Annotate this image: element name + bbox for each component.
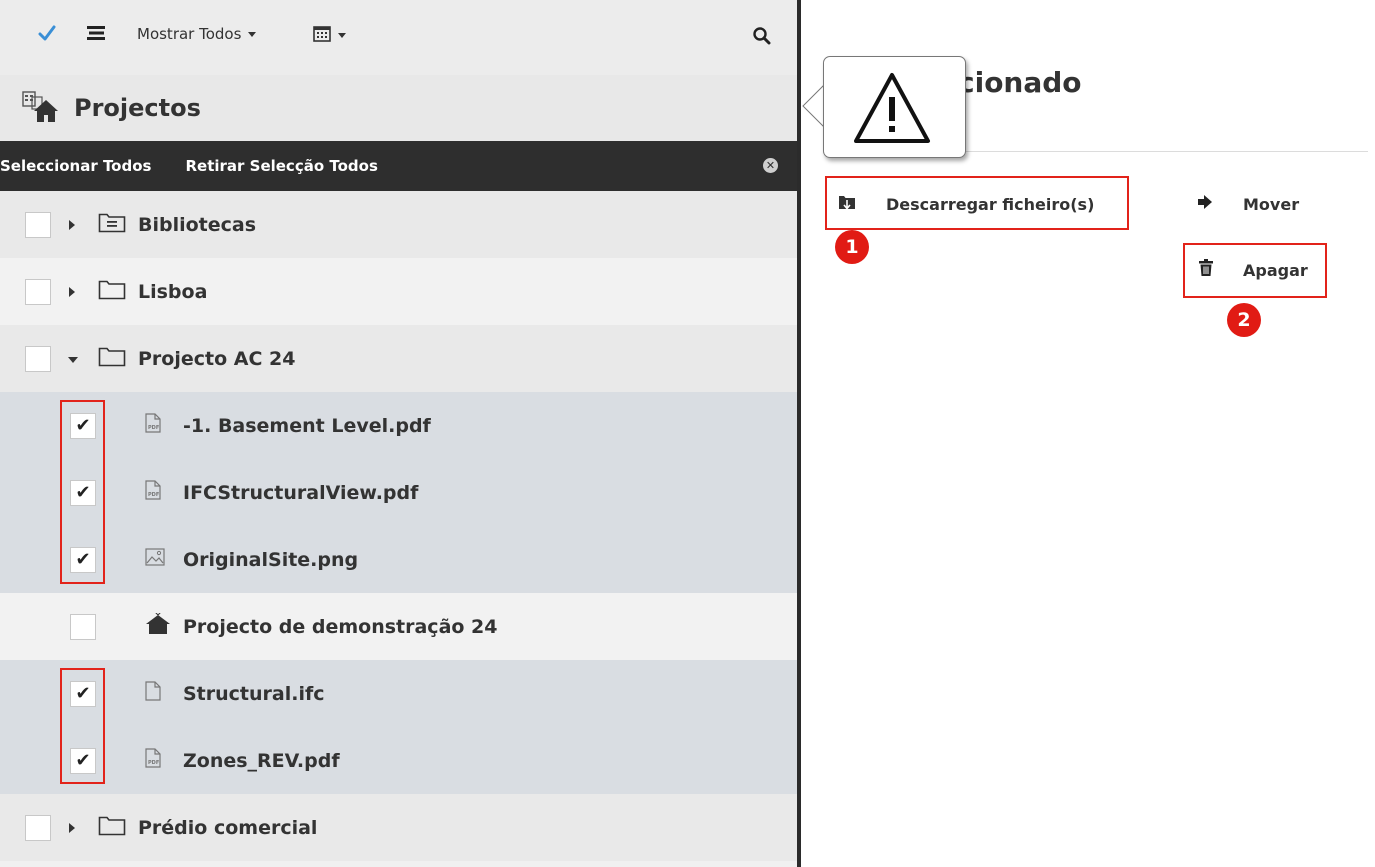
svg-text:PDF: PDF: [148, 425, 159, 431]
tree-item-label: Bibliotecas: [138, 213, 257, 236]
tree-item-label: Zones_REV.pdf: [183, 749, 340, 772]
file-icon: [145, 681, 161, 706]
tree-row-bibliotecas[interactable]: Bibliotecas: [0, 191, 797, 258]
tree-row-project[interactable]: Projecto de demonstração 24: [0, 593, 797, 660]
highlight-box: [60, 668, 105, 784]
projects-icon: [20, 89, 60, 127]
toolbar: Mostrar Todos: [0, 0, 797, 75]
deselect-all-button[interactable]: Retirar Selecção Todos: [185, 157, 377, 175]
selection-title: cionado: [958, 66, 1082, 99]
selection-bar: Seleccionar Todos Retirar Selecção Todos…: [0, 141, 797, 191]
library-folder-icon: [98, 211, 126, 238]
tree-row-projecto-ac-24[interactable]: Projecto AC 24: [0, 325, 797, 392]
collapse-arrow-icon[interactable]: [67, 348, 79, 370]
tree-item-label: OriginalSite.png: [183, 548, 359, 571]
image-file-icon: [145, 548, 165, 571]
select-all-button[interactable]: Seleccionar Todos: [0, 157, 151, 175]
warning-tooltip: [823, 56, 966, 158]
tree-item-label: IFCStructuralView.pdf: [183, 481, 419, 504]
move-button[interactable]: Mover: [1197, 194, 1299, 214]
folder-icon: [98, 814, 126, 841]
tree-item-label: -1. Basement Level.pdf: [183, 414, 431, 437]
tree-row-file[interactable]: ✔ Structural.ifc: [0, 660, 797, 727]
row-checkbox[interactable]: [25, 345, 51, 372]
expand-arrow-icon[interactable]: [67, 214, 77, 236]
tree-item-label: Projecto de demonstração 24: [183, 615, 498, 638]
tree-row-predio-comercial[interactable]: Prédio comercial: [0, 794, 797, 861]
highlight-box: [1183, 243, 1327, 298]
row-checkbox[interactable]: [70, 613, 96, 640]
tree-row-file[interactable]: ✔ PDF -1. Basement Level.pdf: [0, 392, 797, 459]
show-all-label: Mostrar Todos: [137, 25, 242, 43]
highlight-box: [60, 400, 105, 584]
tree-row-lisboa[interactable]: Lisboa: [0, 258, 797, 325]
tree-item-label: Prédio comercial: [138, 816, 318, 839]
folder-icon: [98, 345, 126, 372]
project-house-icon: [145, 611, 171, 640]
file-browser-panel: Mostrar Todos Projectos Seleccionar Todo…: [0, 0, 797, 867]
close-icon[interactable]: ✕: [763, 158, 778, 173]
expand-arrow-icon[interactable]: [67, 817, 77, 839]
list-icon[interactable]: [86, 25, 106, 41]
svg-text:PDF: PDF: [148, 760, 159, 766]
chevron-down-icon: [338, 33, 346, 38]
arrow-right-icon: [1197, 194, 1213, 214]
pdf-file-icon: PDF: [145, 748, 161, 773]
calendar-dropdown[interactable]: [313, 25, 346, 46]
warning-icon: [854, 73, 930, 143]
step-badge-1: 1: [835, 230, 869, 264]
row-checkbox[interactable]: [25, 278, 51, 305]
chevron-down-icon: [248, 31, 257, 37]
move-label: Mover: [1243, 194, 1300, 214]
tree-row-file[interactable]: ✔ OriginalSite.png: [0, 526, 797, 593]
show-all-dropdown[interactable]: Mostrar Todos: [137, 25, 257, 43]
row-checkbox[interactable]: [25, 211, 51, 238]
pdf-file-icon: PDF: [145, 413, 161, 438]
folder-icon: [98, 278, 126, 305]
tree-item-label: Lisboa: [138, 280, 208, 303]
highlight-box: [825, 176, 1129, 230]
tree-item-label: Projecto AC 24: [138, 347, 296, 370]
calendar-icon: [313, 25, 331, 46]
row-checkbox[interactable]: [25, 814, 51, 841]
file-tree: Bibliotecas Lisboa Projecto AC 24 ✔ PDF …: [0, 191, 797, 861]
projects-header: Projectos: [0, 75, 797, 141]
page-title: Projectos: [74, 94, 201, 122]
expand-arrow-icon[interactable]: [67, 281, 77, 303]
tree-item-label: Structural.ifc: [183, 682, 325, 705]
tree-row-file[interactable]: ✔ PDF Zones_REV.pdf: [0, 727, 797, 794]
svg-text:PDF: PDF: [148, 492, 159, 498]
check-icon[interactable]: [38, 25, 56, 41]
step-badge-2: 2: [1227, 303, 1261, 337]
search-icon[interactable]: [752, 26, 772, 46]
pdf-file-icon: PDF: [145, 480, 161, 505]
tree-row-file[interactable]: ✔ PDF IFCStructuralView.pdf: [0, 459, 797, 526]
